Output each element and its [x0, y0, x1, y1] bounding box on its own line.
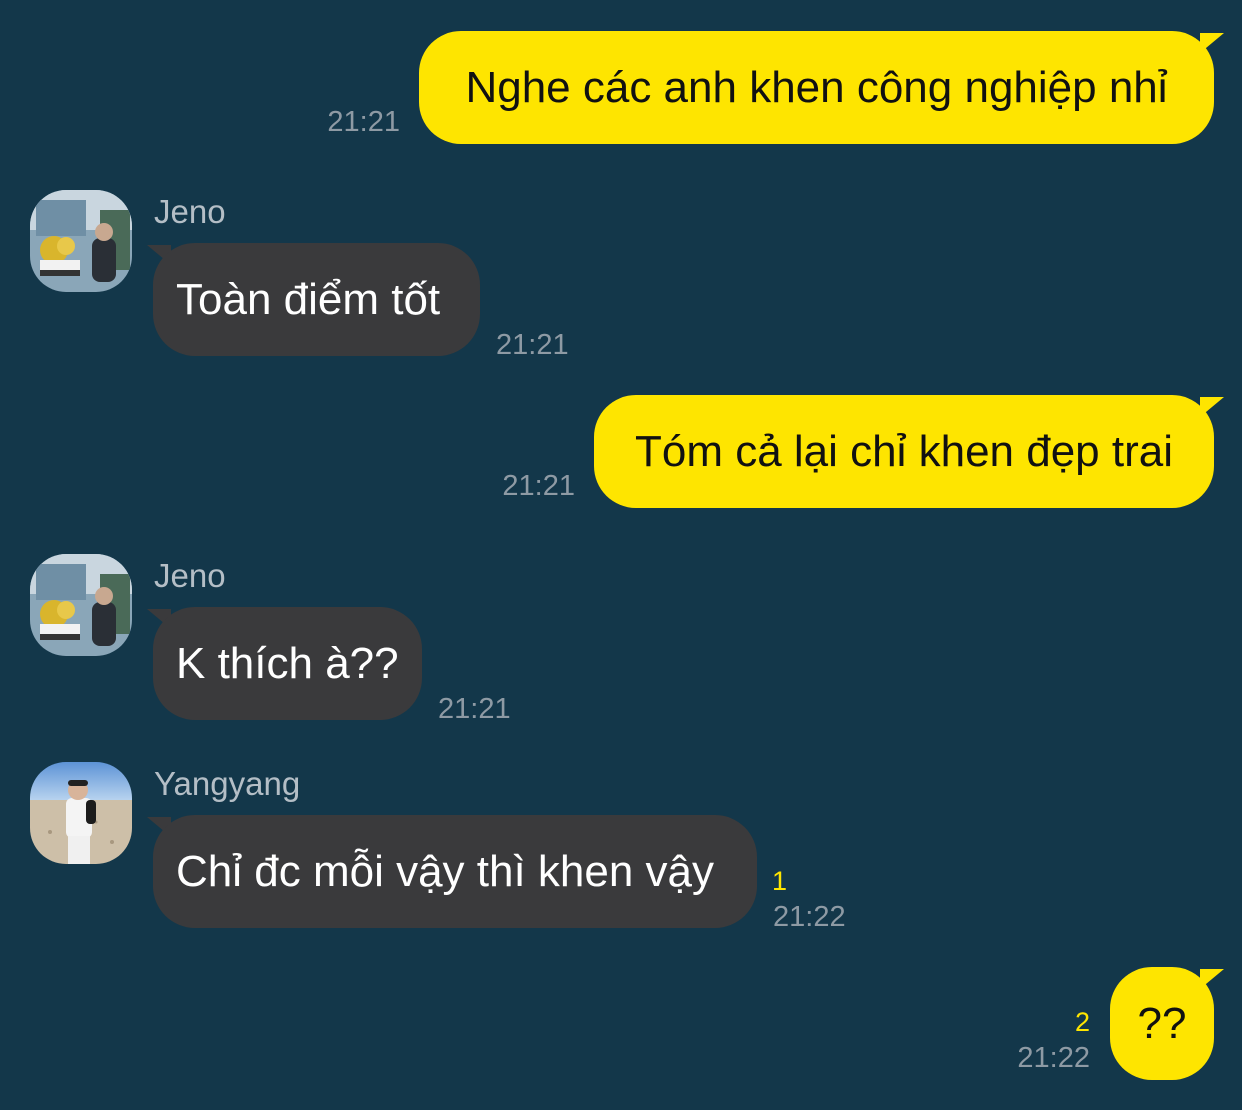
sender-name: Jeno [154, 557, 226, 594]
yangyang-avatar-photo [30, 762, 132, 864]
bubble-tail [1200, 969, 1224, 989]
sender-name: Yangyang [154, 765, 301, 802]
outgoing-message-bubble[interactable]: Nghe các anh khen công nghiệp nhỉ [419, 31, 1214, 144]
bubble-tail [1200, 33, 1224, 53]
message-timestamp: 21:21 [496, 329, 569, 361]
sender-name: Jeno [154, 193, 226, 230]
jeno-avatar-photo [30, 190, 132, 292]
unread-count: 1 [772, 866, 788, 896]
sender-avatar[interactable] [30, 554, 132, 656]
message-timestamp: 21:22 [773, 901, 846, 933]
sender-avatar[interactable] [30, 762, 132, 864]
message-timestamp: 21:21 [438, 693, 511, 725]
sender-avatar[interactable] [30, 190, 132, 292]
message-timestamp: 21:22 [1017, 1042, 1090, 1074]
bubble-tail [1200, 397, 1224, 417]
incoming-message-bubble[interactable]: Toàn điểm tốt [153, 243, 480, 356]
message-timestamp: 21:21 [327, 106, 400, 138]
incoming-message-bubble[interactable]: Chỉ đc mỗi vậy thì khen vậy [153, 815, 757, 928]
unread-count: 2 [1074, 1007, 1090, 1037]
outgoing-message-bubble[interactable]: ?? [1110, 967, 1214, 1080]
incoming-message-bubble[interactable]: K thích à?? [153, 607, 422, 720]
jeno-avatar-photo [30, 554, 132, 656]
outgoing-message-bubble[interactable]: Tóm cả lại chỉ khen đẹp trai [594, 395, 1214, 508]
message-timestamp: 21:21 [502, 470, 575, 502]
